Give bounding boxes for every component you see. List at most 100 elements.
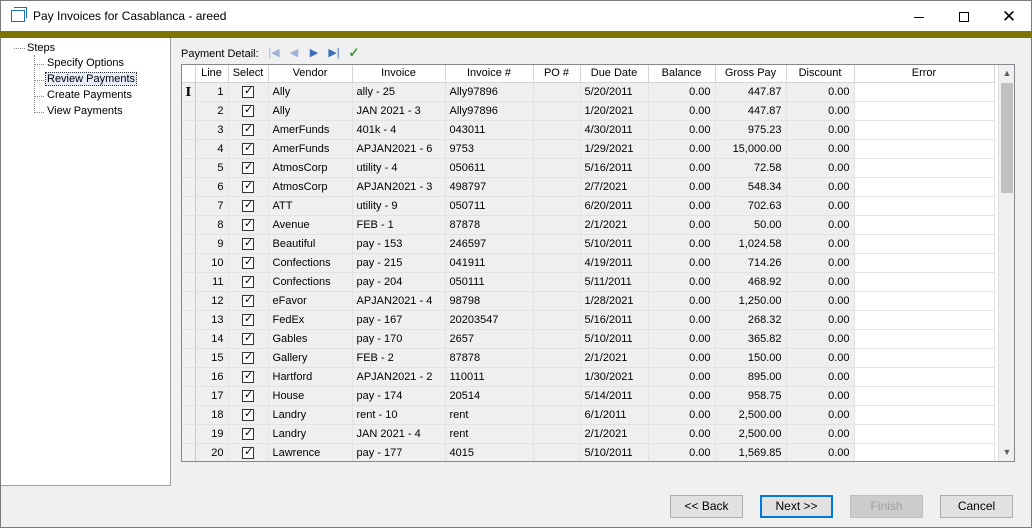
cell-discount[interactable]: 0.00 (786, 367, 855, 387)
cell-balance[interactable]: 0.00 (648, 82, 716, 102)
cell-po-number[interactable] (533, 234, 581, 254)
cell-line[interactable]: 3 (195, 120, 229, 140)
table-row[interactable]: 2AllyJAN 2021 - 3Ally978961/20/20210.004… (182, 101, 995, 121)
cell-invoice[interactable]: APJAN2021 - 3 (352, 177, 446, 197)
cell-line[interactable]: 1 (195, 82, 229, 102)
cell-invoice[interactable]: FEB - 2 (352, 348, 446, 368)
cell-invoice[interactable]: pay - 153 (352, 234, 446, 254)
step-view-payments[interactable]: View Payments (45, 105, 125, 117)
cell-due-date[interactable]: 5/14/2011 (580, 386, 649, 406)
cell-vendor[interactable]: AmerFunds (268, 120, 353, 140)
cell-discount[interactable]: 0.00 (786, 177, 855, 197)
cell-error[interactable] (854, 196, 995, 216)
cell-discount[interactable]: 0.00 (786, 329, 855, 349)
select-checkbox[interactable] (242, 426, 254, 440)
cell-invoice-number[interactable]: 043011 (445, 120, 534, 140)
checkmark-icon[interactable]: ✓ (347, 46, 361, 60)
step-specify-options[interactable]: Specify Options (45, 57, 126, 69)
column-header-vendor[interactable]: Vendor (268, 65, 353, 83)
cell-due-date[interactable]: 2/1/2021 (580, 424, 649, 444)
cell-gross-pay[interactable]: 1,024.58 (715, 234, 787, 254)
cell-invoice[interactable]: APJAN2021 - 4 (352, 291, 446, 311)
cell-po-number[interactable] (533, 329, 581, 349)
cell-balance[interactable]: 0.00 (648, 215, 716, 235)
cell-po-number[interactable] (533, 291, 581, 311)
cell-invoice-number[interactable]: Ally97896 (445, 82, 534, 102)
cell-invoice[interactable]: rent - 10 (352, 405, 446, 425)
cell-gross-pay[interactable]: 50.00 (715, 215, 787, 235)
cell-discount[interactable]: 0.00 (786, 310, 855, 330)
column-header-balance[interactable]: Balance (648, 65, 716, 83)
cell-line[interactable]: 7 (195, 196, 229, 216)
cell-gross-pay[interactable]: 958.75 (715, 386, 787, 406)
select-checkbox[interactable] (242, 369, 254, 383)
cell-error[interactable] (854, 120, 995, 140)
row-indicator[interactable] (182, 139, 196, 159)
step-create-payments[interactable]: Create Payments (45, 89, 134, 101)
cell-gross-pay[interactable]: 72.58 (715, 158, 787, 178)
cell-vendor[interactable]: Lawrence (268, 443, 353, 461)
cell-discount[interactable]: 0.00 (786, 272, 855, 292)
cell-po-number[interactable] (533, 253, 581, 273)
cell-line[interactable]: 19 (195, 424, 229, 444)
cell-balance[interactable]: 0.00 (648, 101, 716, 121)
cell-balance[interactable]: 0.00 (648, 158, 716, 178)
cell-due-date[interactable]: 1/29/2021 (580, 139, 649, 159)
cell-po-number[interactable] (533, 443, 581, 461)
table-row[interactable]: 13FedExpay - 167202035475/16/20110.00268… (182, 310, 995, 330)
scroll-up-icon[interactable]: ▲ (999, 65, 1014, 82)
cell-discount[interactable]: 0.00 (786, 196, 855, 216)
cell-error[interactable] (854, 215, 995, 235)
cell-discount[interactable]: 0.00 (786, 139, 855, 159)
close-button[interactable]: ✕ (986, 1, 1032, 32)
table-row[interactable]: 15GalleryFEB - 2878782/1/20210.00150.000… (182, 348, 995, 368)
row-indicator[interactable]: I (182, 82, 196, 102)
column-header-due-date[interactable]: Due Date (580, 65, 649, 83)
column-header-invoice-number[interactable]: Invoice # (445, 65, 534, 83)
cell-error[interactable] (854, 329, 995, 349)
cell-invoice-number[interactable]: 98798 (445, 291, 534, 311)
select-checkbox[interactable] (242, 312, 254, 326)
cell-invoice-number[interactable]: Ally97896 (445, 101, 534, 121)
cell-invoice[interactable]: APJAN2021 - 6 (352, 139, 446, 159)
select-checkbox[interactable] (242, 293, 254, 307)
row-indicator[interactable] (182, 386, 196, 406)
cell-line[interactable]: 20 (195, 443, 229, 461)
table-row[interactable]: 6AtmosCorpAPJAN2021 - 34987972/7/20210.0… (182, 177, 995, 197)
select-checkbox[interactable] (242, 160, 254, 174)
cell-invoice[interactable]: 401k - 4 (352, 120, 446, 140)
cell-gross-pay[interactable]: 2,500.00 (715, 405, 787, 425)
cell-discount[interactable]: 0.00 (786, 234, 855, 254)
vertical-scrollbar[interactable]: ▲ ▼ (998, 65, 1014, 461)
column-header-error[interactable]: Error (854, 65, 995, 83)
cell-invoice-number[interactable]: 050611 (445, 158, 534, 178)
cell-vendor[interactable]: Ally (268, 101, 353, 121)
cell-balance[interactable]: 0.00 (648, 367, 716, 387)
cell-error[interactable] (854, 310, 995, 330)
row-indicator[interactable] (182, 120, 196, 140)
cell-gross-pay[interactable]: 365.82 (715, 329, 787, 349)
step-review-payments[interactable]: Review Payments (45, 72, 138, 86)
cell-gross-pay[interactable]: 268.32 (715, 310, 787, 330)
column-header-select[interactable]: Select (228, 65, 269, 83)
cell-line[interactable]: 11 (195, 272, 229, 292)
cell-invoice-number[interactable]: 041911 (445, 253, 534, 273)
table-row[interactable]: 14Gablespay - 17026575/10/20110.00365.82… (182, 329, 995, 349)
select-checkbox[interactable] (242, 407, 254, 421)
first-record-icon[interactable]: |◀ (267, 46, 281, 60)
select-checkbox[interactable] (242, 179, 254, 193)
cell-due-date[interactable]: 4/30/2011 (580, 120, 649, 140)
cell-gross-pay[interactable]: 975.23 (715, 120, 787, 140)
cell-po-number[interactable] (533, 386, 581, 406)
minimize-button[interactable] (896, 1, 942, 32)
cell-balance[interactable]: 0.00 (648, 234, 716, 254)
cell-vendor[interactable]: Hartford (268, 367, 353, 387)
cell-error[interactable] (854, 139, 995, 159)
cell-error[interactable] (854, 272, 995, 292)
cell-error[interactable] (854, 348, 995, 368)
table-row[interactable]: 16HartfordAPJAN2021 - 21100111/30/20210.… (182, 367, 995, 387)
cell-po-number[interactable] (533, 272, 581, 292)
cell-vendor[interactable]: AtmosCorp (268, 177, 353, 197)
cell-balance[interactable]: 0.00 (648, 424, 716, 444)
cell-due-date[interactable]: 1/20/2021 (580, 101, 649, 121)
